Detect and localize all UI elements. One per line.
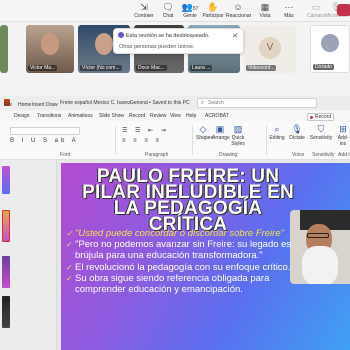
search-box[interactable]: ⌕ Search <box>197 98 317 108</box>
group-label-font: Font <box>60 152 71 158</box>
slide-thumbnail[interactable] <box>2 210 10 242</box>
font-name-select[interactable] <box>10 127 80 135</box>
font-format-buttons[interactable]: B I U S ab A <box>10 138 80 146</box>
ribbon: B I U S ab A Font ☰ ☰ ⇤ ⇥ ≡ ≡ ≡ ≡ Paragr… <box>0 121 350 160</box>
info-icon <box>118 32 124 38</box>
bullet-item: "Usted puede concordar o discordar sobre… <box>66 228 306 239</box>
add-ins-button[interactable]: ⊞ Add-ins <box>336 124 350 147</box>
beard-image <box>302 246 338 284</box>
react-button[interactable]: ☺ Reaccionar <box>226 1 251 21</box>
notification-toast: Esta reunión se ha desbloqueado. Otras p… <box>113 28 244 54</box>
participant-tile[interactable] <box>0 25 8 73</box>
view-icon: ▦ <box>260 2 270 12</box>
ribbon-tabs: File Home Insert Draw Design Transitions… <box>0 102 350 121</box>
group-label-add-ins: Add-ins <box>338 152 350 158</box>
tab-design[interactable]: Design <box>14 113 30 119</box>
arrange-button[interactable]: ▣ Arrange <box>212 124 230 141</box>
meeting-toolbar: ⇲ Contraer 🗨 Chat 👥87 Gente ✋ Participar ☺ Re… <box>0 0 350 22</box>
chat-button[interactable]: 🗨 Chat <box>156 1 180 21</box>
editing-icon: ⌕ <box>274 124 280 134</box>
slide[interactable]: PAULO FREIRE: UN PILAR INELUDIBLE EN LA … <box>61 163 350 350</box>
participant-tile[interactable]: V Videoconf... <box>244 25 296 73</box>
sensitivity-button[interactable]: ⛉ Sensitivity <box>309 124 333 141</box>
face-image <box>41 33 59 55</box>
close-icon[interactable]: ✕ <box>232 32 238 40</box>
sensitivity-label[interactable]: General • Saved to this PC <box>130 100 190 106</box>
record-button[interactable]: Record <box>307 113 334 121</box>
slide-thumbnail[interactable] <box>2 296 10 328</box>
mic-icon: 🎙 <box>291 124 303 134</box>
divider <box>192 125 193 155</box>
bullet-item: Su obra sigue siendo referencia obligada… <box>66 273 306 295</box>
collapse-icon: ⇲ <box>140 2 148 12</box>
divider <box>115 125 116 155</box>
people-icon: 👥87 <box>181 2 199 12</box>
view-button[interactable]: ▦ Vista <box>253 1 277 21</box>
slide-title: PAULO FREIRE: UN PILAR INELUDIBLE EN LA … <box>82 166 294 235</box>
slide-bullets: "Usted puede concordar o discordar sobre… <box>66 228 306 295</box>
tab-review[interactable]: Review <box>150 113 166 119</box>
smile-icon: ☺ <box>233 2 243 12</box>
file-title: Freire español Mexico C. Isarez <box>60 100 131 106</box>
tab-draw[interactable]: Draw <box>46 102 58 108</box>
group-label-paragraph: Paragraph <box>145 152 169 158</box>
more-button[interactable]: ⋯ Más <box>277 1 301 21</box>
add-ins-icon: ⊞ <box>339 124 347 134</box>
group-label-sensitivity: Sensitivity <box>312 152 335 158</box>
tab-slide-show[interactable]: Slide Show <box>99 113 124 119</box>
shapes-icon: ◇ <box>199 124 207 134</box>
tab-animations[interactable]: Animations <box>68 113 93 119</box>
bullet-item: El revolucionó la pedagogía con su enfoq… <box>66 262 306 273</box>
glasses-image <box>307 233 329 238</box>
avatar <box>321 34 339 52</box>
shield-icon: ⛉ <box>317 124 325 134</box>
avatar: V <box>259 37 281 59</box>
shapes-button[interactable]: ◇ Shapes <box>196 124 213 141</box>
quick-styles-button[interactable]: ▨ Quick Styles <box>230 124 246 147</box>
bullet-item: "Pero no podemos avanzar sin Freire: su … <box>66 239 306 261</box>
tab-acrobat[interactable]: ACROBAT <box>205 113 229 119</box>
dictate-button[interactable]: 🎙 Dictate <box>288 124 306 141</box>
tab-home[interactable]: Home <box>18 102 31 108</box>
group-label-voice: Voice <box>292 152 305 158</box>
face-image <box>95 33 113 55</box>
participant-tile[interactable]: Victor Ma... <box>26 25 74 73</box>
divider <box>266 125 267 155</box>
tab-view[interactable]: View <box>170 113 181 119</box>
participant-tile[interactable]: Dictado <box>310 25 350 73</box>
tab-help[interactable]: Help <box>186 113 196 119</box>
tab-record[interactable]: Record <box>129 113 145 119</box>
slide-thumbnail[interactable] <box>2 256 10 288</box>
chat-icon: 🗨 <box>162 2 174 12</box>
tab-file[interactable]: File <box>4 102 12 108</box>
collapse-button[interactable]: ⇲ Contraer <box>132 1 156 21</box>
raise-hand-button[interactable]: ✋ Participar <box>201 1 225 21</box>
editing-button[interactable]: ⌕ Editing <box>268 124 286 141</box>
hand-icon: ✋ <box>207 2 219 12</box>
slide-thumbnails-panel <box>0 160 57 350</box>
leave-button[interactable] <box>337 4 350 16</box>
tab-transitions[interactable]: Transitions <box>37 113 61 119</box>
people-button[interactable]: 👥87 Gente <box>178 1 202 21</box>
tab-insert[interactable]: Insert <box>32 102 45 108</box>
paragraph-buttons[interactable]: ☰ ☰ ⇤ ⇥ <box>122 127 182 135</box>
alignment-buttons[interactable]: ≡ ≡ ≡ ≡ <box>122 138 182 146</box>
styles-icon: ▨ <box>233 124 243 134</box>
more-icon: ⋯ <box>284 2 294 12</box>
arrange-icon: ▣ <box>215 124 225 134</box>
group-label-drawing: Drawing <box>219 152 238 158</box>
search-icon: ⌕ <box>201 100 205 106</box>
slide-thumbnail[interactable] <box>2 166 10 194</box>
